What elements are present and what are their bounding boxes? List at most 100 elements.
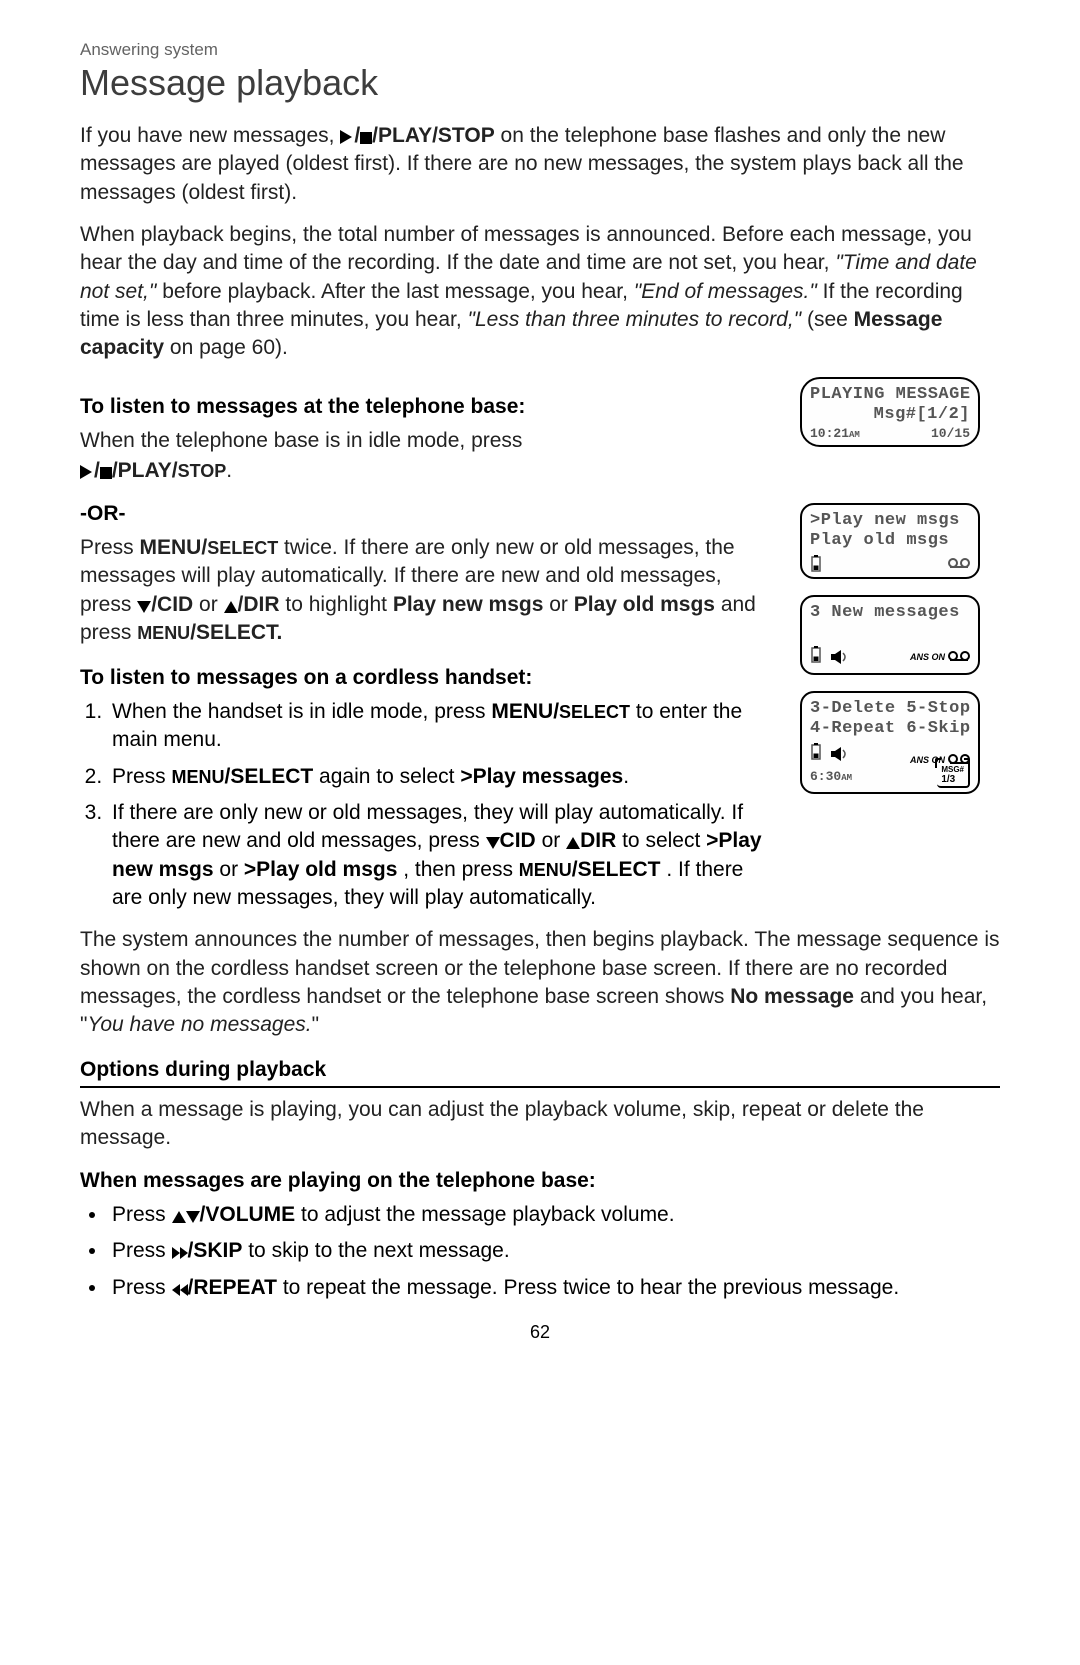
select-key: /SELECT. — [190, 621, 282, 644]
play-new-msgs: Play new msgs — [393, 593, 544, 616]
page-title: Message playback — [80, 62, 1000, 104]
stop-icon — [100, 467, 112, 479]
lcd-status-row: 10:21AM 10/15 — [810, 426, 970, 441]
or-separator: -OR- — [80, 500, 776, 528]
dir-key: /DIR — [238, 593, 280, 616]
option-volume: Press /VOLUME to adjust the message play… — [108, 1201, 1000, 1229]
rewind-icon — [172, 1284, 188, 1296]
period: . — [226, 459, 232, 482]
lcd-column: PLAYING MESSAGE Msg#[1/2] 10:21AM 10/15 … — [800, 377, 1000, 927]
text: or — [219, 858, 244, 881]
repeat-key: /REPEAT — [188, 1276, 277, 1299]
menu-key: MENU/ — [140, 536, 208, 559]
lcd-line: 4-Repeat 6-Skip — [810, 719, 970, 739]
spacer — [810, 624, 970, 642]
manual-page: Answering system Message playback If you… — [40, 0, 1040, 1383]
option-skip: Press /SKIP to skip to the next message. — [108, 1237, 1000, 1265]
lcd-status-row: 6:30AM MSG# 1/3 — [810, 764, 970, 788]
breadcrumb: Answering system — [80, 40, 1000, 60]
cid-key: /CID — [151, 593, 193, 616]
step-2: Press MENU/SELECT again to select >Play … — [108, 763, 776, 791]
options-head: Options during playback — [80, 1056, 1000, 1088]
text: , then press — [403, 858, 519, 881]
no-messages-quote: You have no messages. — [87, 1013, 311, 1036]
text: on page 60). — [170, 336, 288, 359]
play-icon — [340, 130, 354, 144]
left-icons — [810, 646, 849, 669]
play-icon — [80, 465, 94, 479]
lcd-line: >Play new msgs — [810, 511, 970, 531]
down-arrow-icon — [186, 1211, 200, 1223]
skip-key: /SKIP — [188, 1239, 243, 1262]
menu-smallcaps: MENU — [172, 767, 225, 787]
up-arrow-icon — [172, 1211, 186, 1223]
base-paragraph-2: Press MENU/SELECT twice. If there are on… — [80, 534, 776, 647]
lcd-line: 3 New messages — [810, 603, 970, 623]
tape-icon — [948, 558, 970, 570]
play-key: /PLAY/ — [112, 459, 178, 482]
volume-key: /VOLUME — [200, 1203, 296, 1226]
msg-count-box: MSG# 1/3 — [937, 764, 970, 788]
lcd-icon-row: ANS ON — [810, 642, 970, 669]
play-old-msgs: >Play old msgs — [244, 858, 397, 881]
down-arrow-icon — [486, 837, 500, 849]
menu-smallcaps: MENU — [137, 623, 190, 643]
left-icons — [810, 743, 849, 766]
menu-smallcaps: MENU — [519, 860, 572, 880]
base-line-2: //PLAY/STOP. — [80, 457, 776, 485]
no-message-paragraph: The system announces the number of messa… — [80, 926, 1000, 1039]
text: Press — [112, 1203, 172, 1226]
text: to repeat the message. Press twice to he… — [283, 1276, 899, 1299]
text: Press — [112, 765, 172, 788]
cid-key: CID — [500, 829, 536, 852]
options-list: Press /VOLUME to adjust the message play… — [80, 1201, 1000, 1302]
two-column-section: To listen to messages at the telephone b… — [80, 377, 1000, 927]
period: . — [623, 765, 629, 788]
ans-on-label: ANS ON — [910, 652, 945, 662]
text: When the handset is in idle mode, press — [112, 700, 491, 723]
menu-key: MENU/ — [491, 700, 559, 723]
option-repeat: Press /REPEAT to repeat the message. Pre… — [108, 1274, 1000, 1302]
lcd-screen-playback-options: 3-Delete 5-Stop 4-Repeat 6-Skip ANS ON 6… — [800, 691, 980, 795]
text: again to select — [319, 765, 460, 788]
battery-icon — [810, 743, 822, 761]
battery-icon — [810, 555, 822, 573]
lcd-icon-row: ANS ON — [810, 739, 970, 766]
text: to select — [622, 829, 706, 852]
base-line-1: When the telephone base is in idle mode,… — [80, 427, 776, 455]
right-icons: ANS ON — [910, 651, 970, 663]
text: to skip to the next message. — [248, 1239, 509, 1262]
lcd-line: Play old msgs — [810, 531, 970, 551]
lcd-line: PLAYING MESSAGE — [810, 385, 970, 405]
page-number: 62 — [80, 1322, 1000, 1343]
text: Press — [112, 1276, 172, 1299]
dir-key: DIR — [580, 829, 616, 852]
intro-paragraph-2: When playback begins, the total number o… — [80, 221, 1000, 363]
quote-less-than-three: "Less than three minutes to record," — [468, 308, 802, 331]
battery-icon — [810, 646, 822, 664]
lcd-screen-menu: >Play new msgs Play old msgs — [800, 503, 980, 580]
select-smallcaps: SELECT — [559, 702, 630, 722]
fast-forward-icon — [172, 1247, 188, 1259]
text: before playback. After the last message,… — [162, 280, 634, 303]
text: to highlight — [285, 593, 392, 616]
speaker-icon — [831, 747, 849, 761]
listen-handset-head: To listen to messages on a cordless hand… — [80, 664, 776, 692]
text: or — [549, 593, 574, 616]
lcd-time: 6:30AM — [810, 769, 852, 784]
select-key: /SELECT — [572, 858, 661, 881]
text: (see — [807, 308, 854, 331]
handset-steps: When the handset is in idle mode, press … — [80, 698, 776, 912]
options-subhead: When messages are playing on the telepho… — [80, 1167, 1000, 1195]
text: or — [199, 593, 224, 616]
tape-icon — [948, 651, 970, 663]
down-arrow-icon — [137, 601, 151, 613]
lcd-date: 10/15 — [931, 426, 970, 441]
text: or — [542, 829, 567, 852]
play-old-msgs: Play old msgs — [574, 593, 715, 616]
lcd-line: 3-Delete 5-Stop — [810, 699, 970, 719]
play-messages-option: >Play messages — [460, 765, 623, 788]
speaker-icon — [831, 650, 849, 664]
intro-paragraph-1: If you have new messages, //PLAY/STOP on… — [80, 122, 1000, 207]
select-key: /SELECT — [225, 765, 314, 788]
